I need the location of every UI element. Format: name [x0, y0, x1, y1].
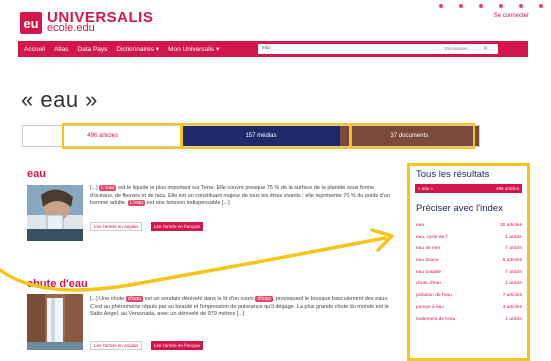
result-title[interactable]: chute d'eau [27, 278, 88, 290]
clear-icon[interactable]: ✕ [483, 45, 488, 52]
index-item[interactable]: chute d'eau 1 article [416, 281, 522, 293]
results-index-panel: Tous les résultats « eau » 496 articles … [407, 163, 530, 361]
search-value: eau [262, 45, 271, 51]
logo-badge: eu [20, 12, 42, 34]
nav-item-mon-universalis[interactable]: Mon Universalis ▾ [168, 45, 219, 53]
read-english-button[interactable]: Lire l'article en anglais [90, 341, 143, 350]
index-item[interactable]: eau potable 7 article [416, 270, 522, 282]
index-item[interactable]: eau 20 articles [416, 223, 522, 235]
search-input[interactable]: eau Réinitialiser ✕ [258, 44, 498, 54]
active-filter[interactable]: « eau » 496 articles [415, 184, 522, 193]
active-filter-count: 496 articles [495, 186, 519, 191]
highlight-frame-articles [62, 123, 182, 149]
reset-button[interactable]: Réinitialiser [445, 46, 468, 51]
highlight-frame-medias [181, 123, 351, 149]
page-title: « eau » [21, 87, 98, 112]
nav-item-atlas[interactable]: Atlas [54, 46, 68, 53]
nav-item-data-pays[interactable]: Data Pays [77, 46, 107, 53]
search-hit: L'eau [99, 185, 117, 191]
search-hit: d'eau [255, 296, 273, 302]
all-results-heading: Tous les résultats [416, 169, 490, 180]
active-filter-label: « eau » [418, 186, 434, 191]
index-list: eau 20 articles eau, cycle de l' 1 article… [416, 223, 522, 328]
read-french-button[interactable]: Lire l'article en français [151, 222, 203, 231]
connect-link[interactable]: Se connecter [494, 13, 529, 19]
logo[interactable]: eu UNIVERSALIS ecole.edu [20, 10, 153, 34]
waterfall-thumbnail[interactable] [27, 294, 83, 350]
search-hit: L'eau [127, 200, 146, 206]
read-french-button[interactable]: Lire l'article en français [151, 341, 203, 350]
site-header: eu UNIVERSALIS ecole.edu Se connecter [0, 0, 551, 40]
index-item[interactable]: pompe à eau 3 articles [416, 305, 522, 317]
result-snippet: [...] Une chute d'eau est un soudain dén… [90, 296, 389, 317]
nav-item-dictionnaires[interactable]: Dictionnaires ▾ [116, 45, 159, 53]
result-snippet: [...] L'eau est le liquide le plus impor… [90, 185, 390, 206]
main-nav: Accueil Atlas Data Pays Dictionnaires ▾ … [18, 41, 528, 57]
water-drinking-thumbnail[interactable] [27, 185, 83, 241]
search-hit: d'eau [125, 296, 144, 302]
index-item[interactable]: eau de mer 7 article [416, 246, 522, 258]
highlight-frame-documents [350, 123, 475, 149]
index-heading: Préciser avec l'index [416, 203, 503, 214]
index-item[interactable]: traitement de l'eau 1 article [416, 317, 522, 329]
result-title[interactable]: eau [27, 168, 46, 180]
read-english-button[interactable]: Lire l'article en anglais [90, 222, 143, 231]
index-item[interactable]: pollution de l'eau 7 articles [416, 293, 522, 305]
index-item[interactable]: eau douce 6 articles [416, 258, 522, 270]
nav-item-accueil[interactable]: Accueil [24, 46, 45, 53]
index-item[interactable]: eau, cycle de l' 1 article [416, 235, 522, 247]
